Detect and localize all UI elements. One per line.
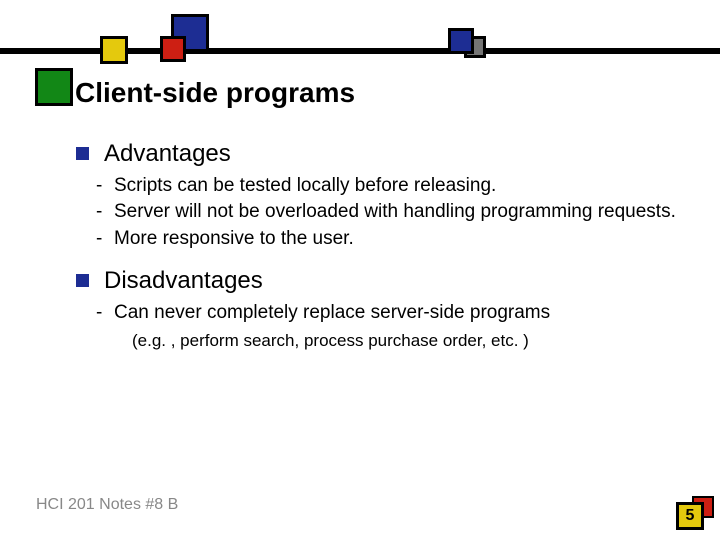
dis-example: (e.g. , perform search, process purchase… (132, 331, 676, 351)
item-text: Can never completely replace server-side… (114, 302, 550, 323)
adv-item-2: - Server will not be overloaded with han… (92, 200, 676, 224)
section-disadvantages-heading: Disadvantages (76, 267, 676, 295)
section-advantages-heading: Advantages (76, 140, 676, 168)
item-text: Server will not be overloaded with handl… (114, 201, 676, 222)
dis-item-1: - Can never completely replace server-si… (92, 301, 676, 325)
dash-icon: - (96, 200, 102, 224)
adv-item-1: - Scripts can be tested locally before r… (92, 174, 676, 198)
deco-blue-square-icon (448, 28, 474, 54)
dash-icon: - (96, 174, 102, 198)
page-number: 5 (686, 507, 695, 524)
item-text: Scripts can be tested locally before rel… (114, 175, 496, 196)
item-text: More responsive to the user. (114, 228, 354, 249)
heading-text: Advantages (104, 140, 231, 167)
slide-body: Advantages - Scripts can be tested local… (76, 140, 676, 351)
deco-red-square-icon (160, 36, 186, 62)
page-badge-yellow-square-icon: 5 (676, 502, 704, 530)
bullet-square-icon (76, 274, 89, 287)
slide-title: Client-side programs (75, 77, 355, 109)
slide: Client-side programs Advantages - Script… (0, 0, 720, 540)
footer-note: HCI 201 Notes #8 B (36, 496, 178, 514)
bullet-square-icon (76, 147, 89, 160)
deco-yellow-square-icon (100, 36, 128, 64)
title-green-square-icon (35, 68, 73, 106)
adv-item-3: - More responsive to the user. (92, 227, 676, 251)
dash-icon: - (96, 227, 102, 251)
page-number-badge: 5 (668, 486, 714, 532)
heading-text: Disadvantages (104, 267, 263, 294)
dash-icon: - (96, 301, 102, 325)
